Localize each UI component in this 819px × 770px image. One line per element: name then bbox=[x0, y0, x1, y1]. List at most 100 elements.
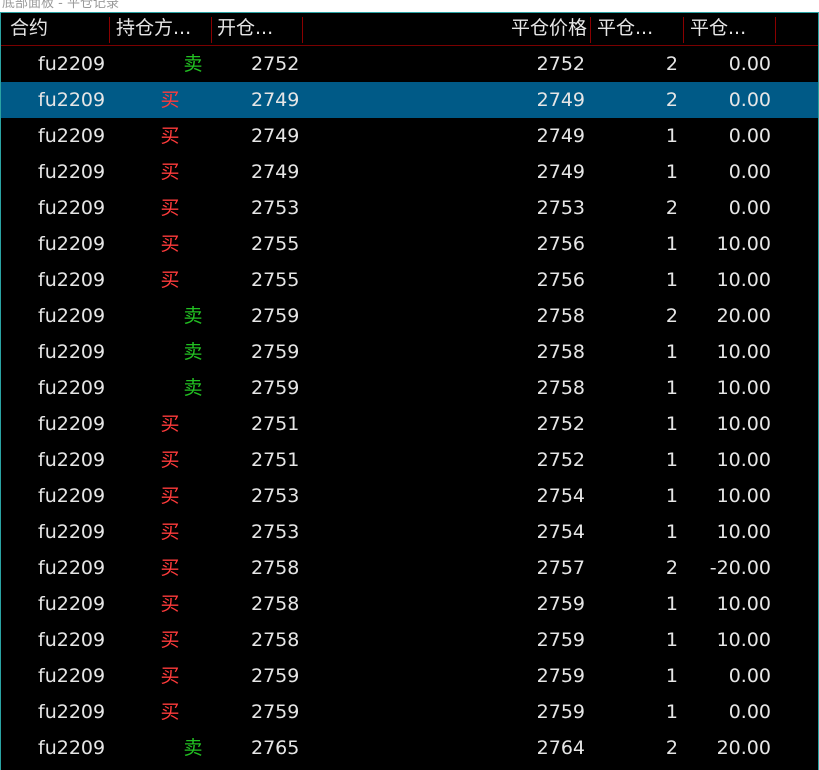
cell-pnl: 0.00 bbox=[728, 89, 771, 111]
cell-close-price: 2764 bbox=[536, 737, 585, 759]
cell-direction: 买 bbox=[160, 161, 180, 183]
cell-direction: 卖 bbox=[183, 53, 203, 75]
column-header-close-price[interactable]: 平仓价格 bbox=[303, 13, 587, 45]
column-resize-handle[interactable] bbox=[775, 17, 776, 43]
table-row[interactable]: fu2209 买 2753 2753 2 0.00 bbox=[1, 190, 818, 226]
cell-direction: 买 bbox=[160, 665, 180, 687]
window-title: 底部面板 - 平仓记录 bbox=[2, 0, 119, 11]
cell-contract: fu2209 bbox=[38, 269, 106, 291]
cell-open-price: 2755 bbox=[251, 233, 300, 255]
cell-open-price: 2758 bbox=[251, 593, 300, 615]
table-row[interactable]: fu2209 卖 2765 2764 2 20.00 bbox=[1, 730, 818, 766]
cell-quantity: 2 bbox=[665, 53, 678, 75]
cell-close-price: 2752 bbox=[536, 449, 585, 471]
cell-open-price: 2755 bbox=[251, 269, 300, 291]
cell-contract: fu2209 bbox=[38, 125, 106, 147]
cell-pnl: -20.00 bbox=[709, 557, 771, 579]
table-row[interactable]: fu2209 卖 2752 2752 2 0.00 bbox=[1, 46, 818, 82]
cell-close-price: 2756 bbox=[536, 269, 585, 291]
table-row[interactable]: fu2209 买 2755 2756 1 10.00 bbox=[1, 226, 818, 262]
cell-quantity: 1 bbox=[665, 161, 678, 183]
cell-close-price: 2758 bbox=[536, 305, 585, 327]
cell-pnl: 10.00 bbox=[716, 341, 771, 363]
table-row[interactable]: fu2209 买 2755 2756 1 10.00 bbox=[1, 262, 818, 298]
table-row[interactable]: fu2209 买 2751 2752 1 10.00 bbox=[1, 406, 818, 442]
cell-contract: fu2209 bbox=[38, 305, 106, 327]
cell-open-price: 2749 bbox=[251, 125, 300, 147]
column-resize-handle[interactable] bbox=[683, 17, 684, 43]
cell-open-price: 2751 bbox=[251, 449, 300, 471]
cell-close-price: 2749 bbox=[536, 161, 585, 183]
column-header-open-price[interactable]: 开仓... bbox=[217, 13, 301, 45]
cell-pnl: 10.00 bbox=[716, 377, 771, 399]
cell-quantity: 1 bbox=[665, 125, 678, 147]
table-row[interactable]: fu2209 买 2751 2752 1 10.00 bbox=[1, 442, 818, 478]
cell-close-price: 2757 bbox=[536, 557, 585, 579]
cell-quantity: 1 bbox=[665, 593, 678, 615]
table-row[interactable]: fu2209 买 2758 2759 1 10.00 bbox=[1, 622, 818, 658]
cell-pnl: 10.00 bbox=[716, 521, 771, 543]
cell-quantity: 1 bbox=[665, 341, 678, 363]
table-row[interactable]: fu2209 卖 2759 2758 2 20.00 bbox=[1, 298, 818, 334]
cell-quantity: 2 bbox=[665, 197, 678, 219]
cell-pnl: 0.00 bbox=[728, 197, 771, 219]
cell-open-price: 2759 bbox=[251, 377, 300, 399]
cell-close-price: 2759 bbox=[536, 701, 585, 723]
table-row[interactable]: fu2209 买 2749 2749 1 0.00 bbox=[1, 154, 818, 190]
cell-quantity: 1 bbox=[665, 413, 678, 435]
cell-contract: fu2209 bbox=[38, 557, 106, 579]
cell-pnl: 0.00 bbox=[728, 701, 771, 723]
table-row[interactable]: fu2209 买 2749 2749 1 0.00 bbox=[1, 118, 818, 154]
cell-open-price: 2753 bbox=[251, 197, 300, 219]
cell-open-price: 2759 bbox=[251, 305, 300, 327]
cell-pnl: 0.00 bbox=[728, 125, 771, 147]
cell-close-price: 2759 bbox=[536, 665, 585, 687]
cell-open-price: 2749 bbox=[251, 161, 300, 183]
cell-contract: fu2209 bbox=[38, 449, 106, 471]
column-header-contract[interactable]: 合约 bbox=[10, 13, 106, 45]
cell-quantity: 1 bbox=[665, 629, 678, 651]
cell-close-price: 2754 bbox=[536, 485, 585, 507]
column-header-direction[interactable]: 持仓方... bbox=[116, 13, 210, 45]
cell-open-price: 2749 bbox=[251, 89, 300, 111]
cell-direction: 买 bbox=[160, 197, 180, 219]
cell-pnl: 10.00 bbox=[716, 485, 771, 507]
column-resize-handle[interactable] bbox=[590, 17, 591, 43]
cell-close-price: 2759 bbox=[536, 593, 585, 615]
table-row[interactable]: fu2209 买 2753 2754 1 10.00 bbox=[1, 514, 818, 550]
cell-quantity: 1 bbox=[665, 665, 678, 687]
table-row[interactable]: fu2209 买 2759 2759 1 0.00 bbox=[1, 658, 818, 694]
cell-contract: fu2209 bbox=[38, 197, 106, 219]
cell-direction: 卖 bbox=[183, 341, 203, 363]
table-row[interactable]: fu2209 卖 2759 2758 1 10.00 bbox=[1, 334, 818, 370]
cell-quantity: 1 bbox=[665, 485, 678, 507]
table-row[interactable]: fu2209 买 2753 2754 1 10.00 bbox=[1, 478, 818, 514]
table-row[interactable]: fu2209 卖 2759 2758 1 10.00 bbox=[1, 370, 818, 406]
cell-quantity: 2 bbox=[665, 305, 678, 327]
column-resize-handle[interactable] bbox=[211, 17, 212, 43]
cell-contract: fu2209 bbox=[38, 233, 106, 255]
cell-close-price: 2752 bbox=[536, 53, 585, 75]
cell-quantity: 2 bbox=[665, 737, 678, 759]
table-row[interactable]: fu2209 买 2758 2757 2 -20.00 bbox=[1, 550, 818, 586]
cell-direction: 买 bbox=[160, 125, 180, 147]
cell-open-price: 2753 bbox=[251, 521, 300, 543]
cell-pnl: 10.00 bbox=[716, 413, 771, 435]
cell-close-price: 2749 bbox=[536, 125, 585, 147]
cell-direction: 买 bbox=[160, 629, 180, 651]
cell-direction: 买 bbox=[160, 701, 180, 723]
column-header-quantity[interactable]: 平仓... bbox=[597, 13, 681, 45]
cell-close-price: 2758 bbox=[536, 377, 585, 399]
cell-direction: 买 bbox=[160, 449, 180, 471]
cell-direction: 买 bbox=[160, 89, 180, 111]
cell-quantity: 1 bbox=[665, 701, 678, 723]
table-row[interactable]: fu2209 买 2759 2759 1 0.00 bbox=[1, 694, 818, 730]
cell-close-price: 2754 bbox=[536, 521, 585, 543]
cell-contract: fu2209 bbox=[38, 521, 106, 543]
column-resize-handle[interactable] bbox=[109, 17, 110, 43]
cell-quantity: 1 bbox=[665, 521, 678, 543]
cell-direction: 卖 bbox=[183, 377, 203, 399]
table-row[interactable]: fu2209 买 2758 2759 1 10.00 bbox=[1, 586, 818, 622]
table-row[interactable]: fu2209 买 2749 2749 2 0.00 bbox=[1, 82, 818, 118]
column-header-pnl[interactable]: 平仓... bbox=[690, 13, 774, 45]
